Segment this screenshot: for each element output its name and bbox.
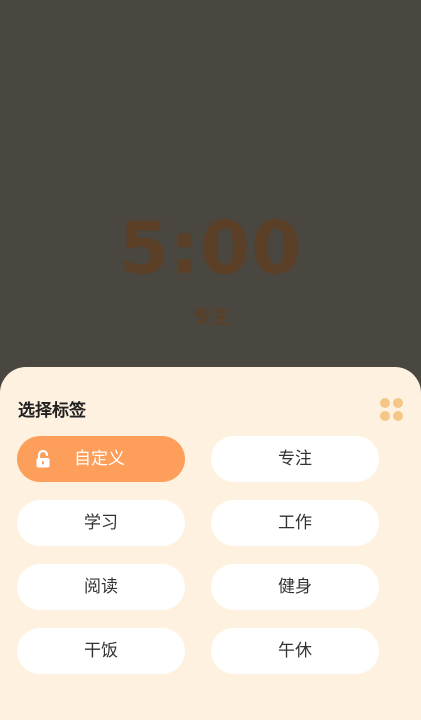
- tag-focus[interactable]: 专注: [211, 436, 379, 482]
- tag-label: 阅读: [84, 577, 118, 597]
- sheet-title: 选择标签: [18, 401, 86, 421]
- tag-label: 学习: [84, 513, 118, 533]
- tag-reading[interactable]: 阅读: [17, 564, 185, 610]
- tag-label: 干饭: [84, 641, 118, 661]
- tag-label: 自定义: [74, 449, 125, 469]
- lock-open-icon: [36, 450, 50, 468]
- grid-icon[interactable]: [380, 398, 404, 422]
- timer-tag-label: 专注: [192, 307, 229, 328]
- tag-custom[interactable]: 自定义: [17, 436, 185, 482]
- tag-nap[interactable]: 午休: [211, 628, 379, 674]
- tag-study[interactable]: 学习: [17, 500, 185, 546]
- timer-display: 5:00: [118, 206, 303, 290]
- tag-work[interactable]: 工作: [211, 500, 379, 546]
- tag-label: 午休: [278, 641, 312, 661]
- tag-label: 健身: [278, 577, 312, 597]
- tag-selection-sheet: 选择标签 自定义 专注 学习 工作 阅读 健身 干饭 午休: [0, 367, 421, 720]
- tag-label: 工作: [278, 513, 312, 533]
- timer-area: 5:00 专注: [0, 0, 421, 380]
- tag-label: 专注: [278, 449, 312, 469]
- tag-meal[interactable]: 干饭: [17, 628, 185, 674]
- tag-fitness[interactable]: 健身: [211, 564, 379, 610]
